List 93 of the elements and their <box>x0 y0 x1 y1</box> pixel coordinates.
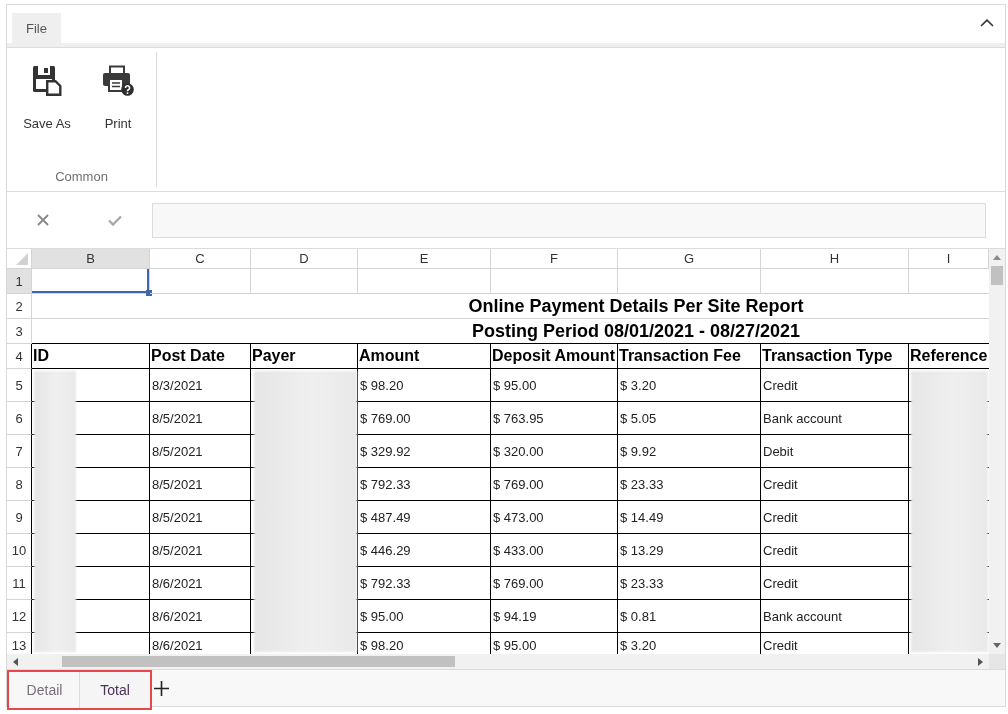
floppy-disk-document-icon <box>32 65 62 96</box>
row-header[interactable]: 5 <box>7 369 32 402</box>
row-header[interactable]: 10 <box>7 534 32 567</box>
row-header[interactable]: 2 <box>7 294 32 319</box>
table-cell[interactable]: $ 320.00 <box>491 435 618 468</box>
row-header[interactable]: 7 <box>7 435 32 468</box>
table-cell[interactable]: $ 5.05 <box>618 402 761 435</box>
table-cell[interactable]: Debit <box>761 435 909 468</box>
scroll-down-arrow-icon[interactable] <box>993 643 1001 648</box>
table-cell[interactable]: $ 13.29 <box>618 534 761 567</box>
close-icon <box>37 214 49 226</box>
select-all-corner[interactable] <box>7 249 32 269</box>
horizontal-scrollbar[interactable] <box>7 654 989 669</box>
table-cell[interactable]: Bank account <box>761 402 909 435</box>
table-cell[interactable]: $ 769.00 <box>358 402 491 435</box>
table-cell[interactable]: 8/3/2021 <box>150 369 251 402</box>
print-button[interactable]: Print <box>90 65 146 132</box>
column-header[interactable]: F <box>491 249 618 269</box>
table-cell[interactable]: $ 763.95 <box>491 402 618 435</box>
printer-question-icon <box>102 65 134 96</box>
column-header[interactable]: G <box>618 249 761 269</box>
table-cell[interactable]: $ 14.49 <box>618 501 761 534</box>
check-icon <box>108 214 122 226</box>
column-header[interactable]: I <box>909 249 989 269</box>
report-title: Posting Period 08/01/2021 - 08/27/2021 <box>471 320 801 341</box>
row-header[interactable]: 9 <box>7 501 32 534</box>
table-cell[interactable]: $ 9.92 <box>618 435 761 468</box>
table-cell[interactable]: Credit <box>761 534 909 567</box>
header-cell[interactable]: Payer <box>251 344 358 369</box>
ribbon-tab[interactable]: File <box>12 13 61 43</box>
header-cell[interactable]: Transaction Type <box>761 344 909 369</box>
table-cell[interactable]: 8/5/2021 <box>150 468 251 501</box>
row-header[interactable]: 6 <box>7 402 32 435</box>
table-cell[interactable]: $ 329.92 <box>358 435 491 468</box>
table-cell[interactable]: $ 0.81 <box>618 600 761 633</box>
scroll-right-arrow-icon[interactable] <box>978 658 983 666</box>
active-cell[interactable] <box>32 269 150 294</box>
table-cell[interactable]: Credit <box>761 567 909 600</box>
formula-input[interactable] <box>152 202 986 238</box>
table-cell[interactable]: 8/5/2021 <box>150 534 251 567</box>
vertical-scrollbar[interactable] <box>989 249 1005 654</box>
row-header[interactable]: 11 <box>7 567 32 600</box>
table-cell[interactable]: 8/5/2021 <box>150 402 251 435</box>
table-cell[interactable]: 8/6/2021 <box>150 600 251 633</box>
header-cell[interactable]: ID <box>32 344 150 369</box>
row-header[interactable]: 8 <box>7 468 32 501</box>
scroll-left-arrow-icon[interactable] <box>13 658 18 666</box>
table-cell[interactable]: Credit <box>761 369 909 402</box>
table-cell[interactable]: Bank account <box>761 600 909 633</box>
row-header[interactable]: 3 <box>7 319 32 344</box>
table-cell[interactable]: $ 792.33 <box>358 567 491 600</box>
table-cell[interactable]: $ 94.19 <box>491 600 618 633</box>
table-cell[interactable]: $ 769.00 <box>491 468 618 501</box>
save-as-button[interactable]: Save As <box>19 65 75 132</box>
table-cell[interactable]: $ 98.20 <box>358 369 491 402</box>
header-cell[interactable]: Deposit Amount <box>491 344 618 369</box>
table-cell[interactable]: $ 487.49 <box>358 501 491 534</box>
column-header[interactable]: H <box>761 249 909 269</box>
table-cell[interactable]: $ 446.29 <box>358 534 491 567</box>
group-label: Common <box>55 169 108 185</box>
header-cell[interactable]: Transaction Fee <box>618 344 761 369</box>
column-header[interactable]: C <box>150 249 251 269</box>
table-cell[interactable]: 8/5/2021 <box>150 435 251 468</box>
scroll-up-arrow-icon[interactable] <box>993 255 1001 260</box>
table-cell[interactable]: $ 95.00 <box>358 600 491 633</box>
fill-handle[interactable] <box>146 290 152 296</box>
table-cell[interactable]: $ 23.33 <box>618 468 761 501</box>
row-header[interactable]: 4 <box>7 344 32 369</box>
table-cell[interactable]: 8/6/2021 <box>150 567 251 600</box>
scroll-thumb[interactable] <box>991 266 1003 285</box>
header-cell[interactable]: Post Date <box>150 344 251 369</box>
table-cell[interactable]: $ 95.00 <box>491 369 618 402</box>
row-header[interactable]: 1 <box>7 269 32 294</box>
chevron-up-icon <box>980 19 994 27</box>
scroll-thumb[interactable] <box>62 656 455 667</box>
table-cell[interactable]: 8/5/2021 <box>150 501 251 534</box>
table-cell[interactable]: $ 473.00 <box>491 501 618 534</box>
column-header[interactable]: E <box>358 249 491 269</box>
table-cell[interactable]: $ 433.00 <box>491 534 618 567</box>
table-cell[interactable]: Credit <box>761 468 909 501</box>
column-header[interactable]: D <box>251 249 358 269</box>
table-cell[interactable]: $ 23.33 <box>618 567 761 600</box>
corner-triangle-icon[interactable] <box>16 253 28 265</box>
sheet-tab[interactable]: Detail <box>10 672 80 708</box>
table-cell[interactable]: $ 769.00 <box>491 567 618 600</box>
table-cell[interactable]: $ 3.20 <box>618 369 761 402</box>
table-cell[interactable]: Credit <box>761 501 909 534</box>
report-title: Online Payment Details Per Site Report <box>468 295 804 316</box>
column-header[interactable]: B <box>32 249 150 269</box>
row-header[interactable]: 12 <box>7 600 32 633</box>
header-cell[interactable]: Amount <box>358 344 491 369</box>
table-cell[interactable]: $ 792.33 <box>358 468 491 501</box>
plus-icon <box>153 680 169 696</box>
